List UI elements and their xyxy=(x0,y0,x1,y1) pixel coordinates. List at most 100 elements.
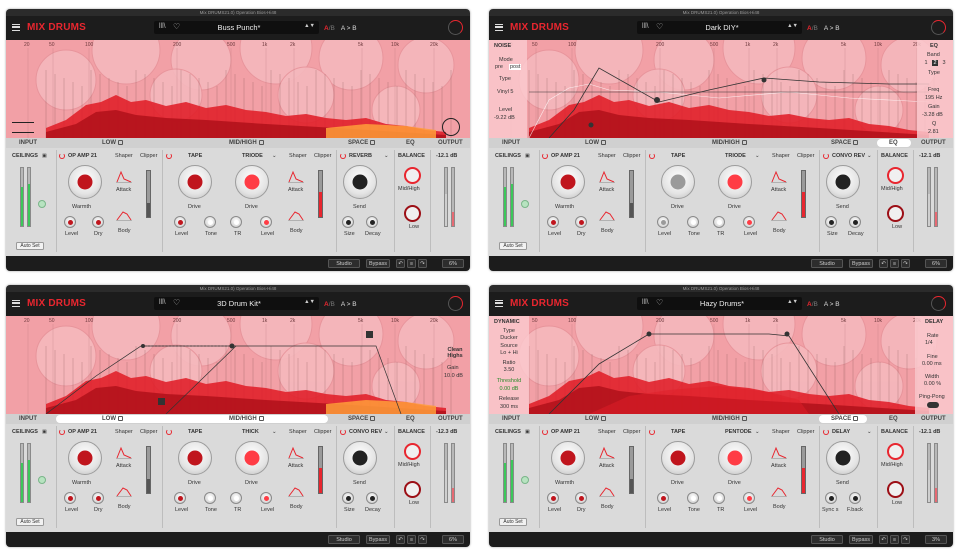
zoom-value[interactable]: 6% xyxy=(442,259,464,268)
space-power-icon[interactable] xyxy=(340,429,346,435)
mid-clipper-fader[interactable] xyxy=(801,446,806,494)
low-power-icon[interactable] xyxy=(59,153,65,159)
size-knob[interactable] xyxy=(342,492,354,504)
eq-gain-value[interactable]: -3.28 dB xyxy=(922,112,943,118)
mid-clipper-fader[interactable] xyxy=(318,446,323,494)
mid-body-shaper[interactable] xyxy=(770,208,788,222)
heart-icon[interactable]: ♡ xyxy=(656,22,663,31)
attack-shaper[interactable] xyxy=(598,446,616,460)
low-clipper-fader[interactable] xyxy=(146,446,151,494)
level-dial-icon[interactable] xyxy=(931,20,946,35)
tab-eq[interactable]: EQ xyxy=(889,139,898,147)
tr-knob[interactable] xyxy=(713,216,725,228)
midhigh-power-icon[interactable] xyxy=(649,429,655,435)
heart-icon[interactable]: ♡ xyxy=(173,298,180,307)
midhigh-balance-knob[interactable] xyxy=(404,443,421,460)
space-power-icon[interactable] xyxy=(823,153,829,159)
midhigh-power-icon[interactable] xyxy=(166,429,172,435)
list-icon[interactable]: ≡ xyxy=(890,259,899,268)
noise-type-value[interactable]: Vinyl 5 xyxy=(497,89,513,95)
low-clipper-fader[interactable] xyxy=(629,170,634,218)
tab-space[interactable]: SPACE xyxy=(348,415,376,423)
send-knob[interactable] xyxy=(826,165,860,199)
dynamic-source-value[interactable]: Lo + Hi xyxy=(496,350,522,356)
delay-width-value[interactable]: 0.00 % xyxy=(924,381,941,387)
low-clipper-fader[interactable] xyxy=(629,446,634,494)
size-knob[interactable] xyxy=(825,492,837,504)
tab-output[interactable]: OUTPUT xyxy=(921,415,946,423)
mid-level-knob[interactable] xyxy=(174,216,186,228)
preset-arrows-icon[interactable]: ▲▼ xyxy=(304,299,315,305)
eq-band-2[interactable]: 2 xyxy=(932,60,938,66)
undo-icon[interactable]: ↶ xyxy=(396,259,405,268)
ab-copy-button[interactable]: A > B xyxy=(824,25,840,32)
solo-icon[interactable] xyxy=(601,415,606,421)
tab-midhigh[interactable]: MID/HIGH xyxy=(229,139,264,147)
midhigh-balance-knob[interactable] xyxy=(887,443,904,460)
tape-flavor-select[interactable]: THICK xyxy=(242,429,259,435)
ceiling-handle[interactable] xyxy=(38,200,46,208)
eq-q-value[interactable]: 2.81 xyxy=(928,129,939,135)
low-power-icon[interactable] xyxy=(59,429,65,435)
tape-drive-knob[interactable] xyxy=(661,165,695,199)
tube-drive-knob[interactable] xyxy=(718,165,752,199)
chevron-down-icon[interactable]: ⌄ xyxy=(272,153,277,159)
tape-drive-knob[interactable] xyxy=(661,441,695,475)
auto-set-button[interactable]: Auto Set xyxy=(16,242,44,250)
tr-knob[interactable] xyxy=(713,492,725,504)
preset-browser[interactable]: lll\ ♡ Dark DIY* ▲▼ xyxy=(637,21,802,34)
undo-icon[interactable]: ↶ xyxy=(879,259,888,268)
spectrum-display[interactable]: 20 50 100 200 500 1k 2k 5k 10k 20k Clean Highs Gain… xyxy=(6,316,470,414)
tube-drive-knob[interactable] xyxy=(235,165,269,199)
warmth-knob[interactable] xyxy=(68,165,102,199)
ab-b-button[interactable]: B xyxy=(331,25,335,32)
clean-gain-value[interactable]: 10.0 dB xyxy=(444,373,463,379)
mid-body-shaper[interactable] xyxy=(770,484,788,498)
library-icon[interactable]: lll\ xyxy=(642,23,649,30)
mid-out-level-knob[interactable] xyxy=(260,492,272,504)
body-shaper[interactable] xyxy=(115,208,133,222)
tape-drive-knob[interactable] xyxy=(178,441,212,475)
mid-out-level-knob[interactable] xyxy=(743,216,755,228)
menu-icon[interactable] xyxy=(495,300,503,307)
solo-icon[interactable] xyxy=(118,415,123,421)
bypass-button[interactable]: Bypass xyxy=(366,535,390,544)
low-dry-knob[interactable] xyxy=(575,216,587,228)
low-balance-knob[interactable] xyxy=(887,481,904,498)
mid-out-level-knob[interactable] xyxy=(743,492,755,504)
low-level-knob[interactable] xyxy=(547,492,559,504)
midhigh-power-icon[interactable] xyxy=(166,153,172,159)
solo-icon[interactable] xyxy=(118,139,123,145)
attack-shaper[interactable] xyxy=(115,446,133,460)
tab-low[interactable]: LOW xyxy=(102,139,123,147)
space-type-select[interactable]: CONVO REV xyxy=(832,153,865,159)
solo-icon[interactable] xyxy=(601,139,606,145)
midhigh-balance-knob[interactable] xyxy=(887,167,904,184)
ab-b-button[interactable]: B xyxy=(331,301,335,308)
menu-icon[interactable] xyxy=(12,300,20,307)
solo-icon[interactable] xyxy=(741,139,747,145)
preset-name[interactable]: Hazy Drums* xyxy=(667,299,777,308)
chevron-down-icon[interactable]: ⌄ xyxy=(272,429,277,435)
tab-space[interactable]: SPACE xyxy=(348,139,376,147)
redo-icon[interactable]: ↷ xyxy=(901,259,910,268)
mid-level-knob[interactable] xyxy=(657,492,669,504)
midhigh-balance-knob[interactable] xyxy=(404,167,421,184)
solo-icon[interactable] xyxy=(258,139,264,145)
space-type-select[interactable]: CONVO REV xyxy=(349,429,382,435)
pingpong-toggle[interactable] xyxy=(927,402,939,408)
lock-icon[interactable]: ▣ xyxy=(525,429,530,435)
mid-level-knob[interactable] xyxy=(657,216,669,228)
tab-eq[interactable]: EQ xyxy=(406,415,415,423)
bypass-button[interactable]: Bypass xyxy=(849,259,873,268)
tab-input[interactable]: INPUT xyxy=(19,139,37,147)
spectrum-display[interactable]: 20501002005001k2k5k10k20kNOISEModeprepos… xyxy=(489,40,953,138)
studio-button[interactable]: Studio xyxy=(811,259,843,268)
low-clipper-fader[interactable] xyxy=(146,170,151,218)
mid-clipper-fader[interactable] xyxy=(801,170,806,218)
eq-band-3[interactable]: 3 xyxy=(941,60,947,66)
tape-flavor-select[interactable]: TRIODE xyxy=(725,153,746,159)
studio-button[interactable]: Studio xyxy=(328,535,360,544)
delay-fine-value[interactable]: 0.00 ms xyxy=(922,361,942,367)
midhigh-power-icon[interactable] xyxy=(649,153,655,159)
